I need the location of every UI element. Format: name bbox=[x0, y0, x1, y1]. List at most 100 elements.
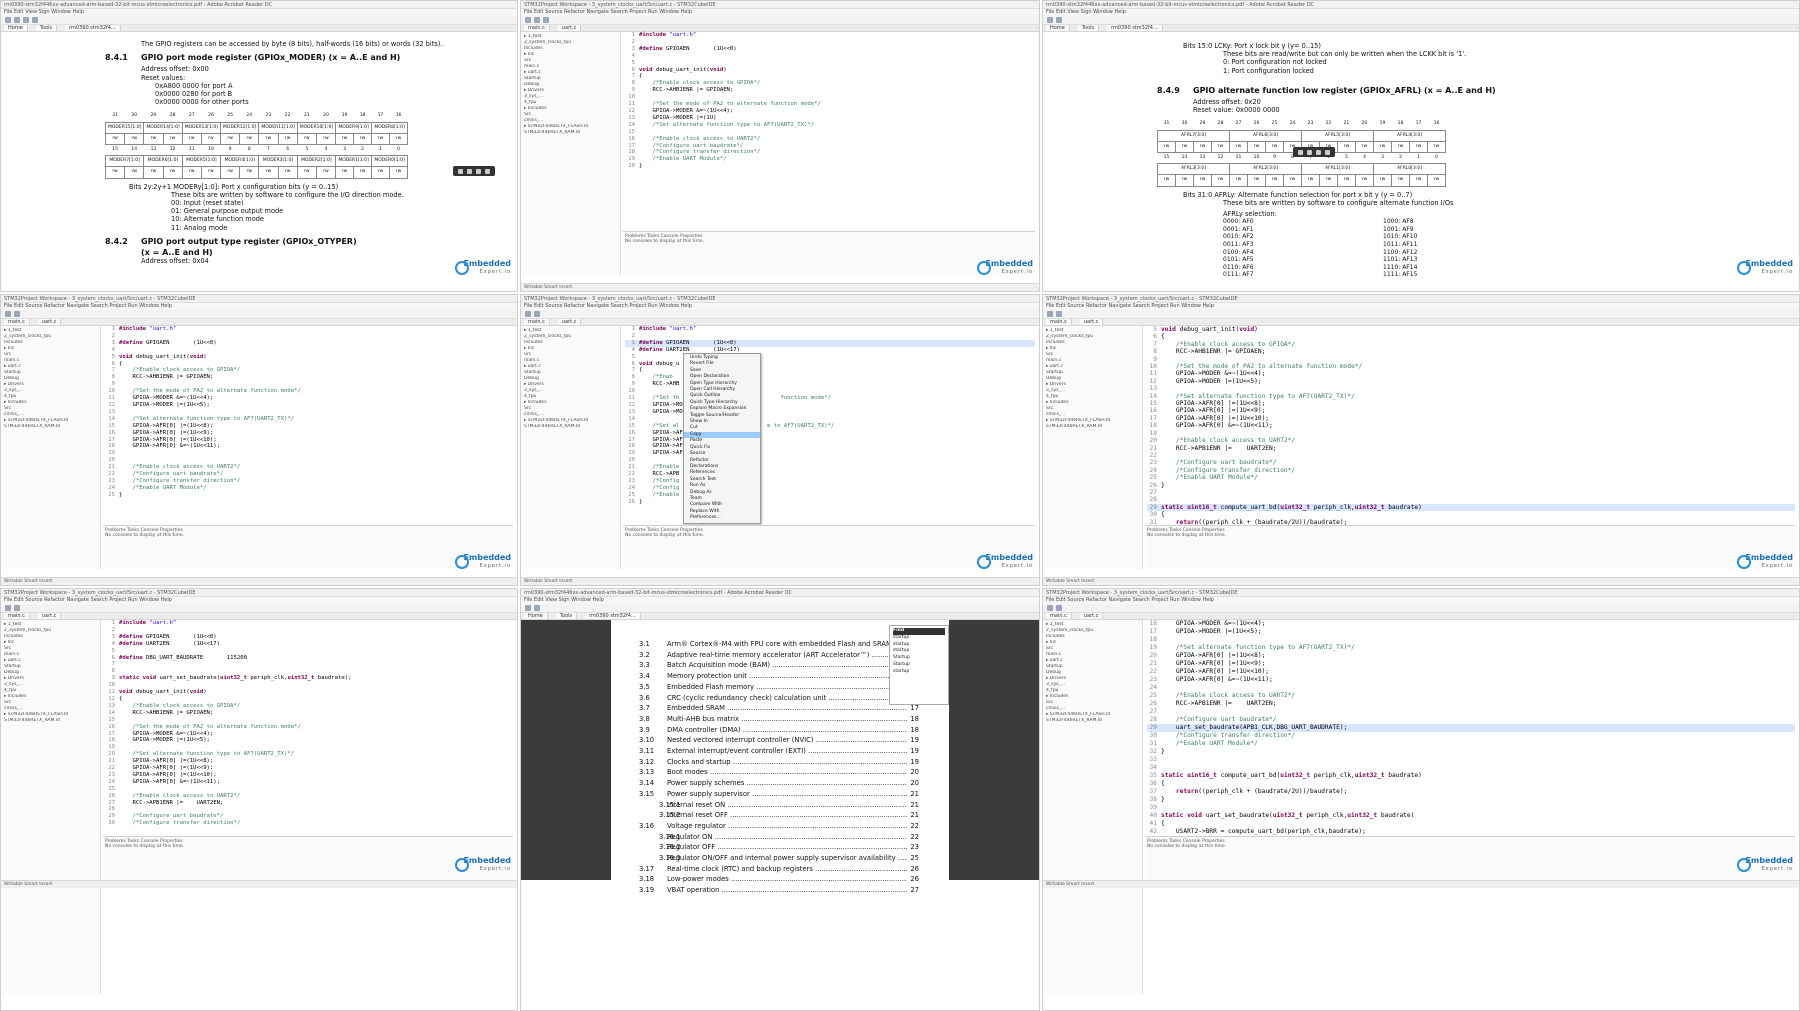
tab-home[interactable]: Home bbox=[4, 25, 28, 31]
tab-document[interactable]: rm0390 stm32f4... bbox=[585, 613, 641, 619]
find-result[interactable]: startup bbox=[893, 635, 945, 642]
build-icon[interactable] bbox=[525, 17, 531, 23]
tab-uart-c[interactable]: uart.c bbox=[37, 319, 62, 325]
edit-icon[interactable] bbox=[458, 168, 463, 174]
toc-entry[interactable]: 3.10 Nested vectored interrupt controller… bbox=[639, 735, 919, 746]
toc-entry[interactable]: 3.16.1 Regulator ON .....................… bbox=[639, 832, 919, 843]
tab-tools[interactable]: Tools bbox=[35, 25, 58, 31]
toc-entry[interactable]: 3.15.1 Internal reset ON ................… bbox=[639, 800, 919, 811]
tab-tools[interactable]: Tools bbox=[555, 613, 578, 619]
edit-icon[interactable] bbox=[1298, 149, 1303, 155]
search-icon[interactable] bbox=[534, 605, 540, 611]
highlight-icon[interactable] bbox=[1307, 149, 1312, 155]
build-icon[interactable] bbox=[1047, 605, 1053, 611]
toc-entry[interactable]: 3.16.3 Regulator ON/OFF and internal powe… bbox=[639, 853, 919, 864]
code-editor[interactable]: 16 GPIOA->MODER &=~(1U<<4); 17 GPIOA->MOD… bbox=[1145, 620, 1795, 843]
tab-document[interactable]: rm0390 stm32f4... bbox=[65, 25, 121, 31]
toc-entry[interactable]: 3.8 Multi-AHB bus matrix ................… bbox=[639, 714, 919, 725]
toc-entry[interactable]: 3.15.2 Internal reset OFF ...............… bbox=[639, 810, 919, 821]
menu-bar[interactable]: File Edit Source Refactor Navigate Searc… bbox=[521, 303, 1039, 310]
code-editor[interactable]: 1 #include "uart.h" 2 3 #define GPIOAEN (1U<… bbox=[103, 620, 513, 840]
pdf-float-toolbar[interactable] bbox=[453, 166, 495, 176]
explorer-item[interactable]: STM32F446RETX_RAM.ld bbox=[524, 130, 617, 136]
toc-entry[interactable]: 3.6 CRC (cyclic redundancy check) calcula… bbox=[639, 693, 919, 704]
toc-entry[interactable]: 3.1 Arm® Cortex®-M4 with FPU core with em… bbox=[639, 639, 919, 650]
toc-entry[interactable]: 3.14 Power supply schemes ...............… bbox=[639, 778, 919, 789]
code-editor[interactable]: 1 #include "uart.h" 2 3 #define GPIOAEN (1U<… bbox=[103, 326, 513, 525]
debug-icon[interactable] bbox=[14, 605, 20, 611]
zoom-icon[interactable] bbox=[23, 17, 29, 23]
toc-entry[interactable]: 3.18 Low-power modes ....................… bbox=[639, 874, 919, 885]
build-icon[interactable] bbox=[525, 311, 531, 317]
find-result[interactable]: Startup bbox=[893, 655, 945, 662]
tab-document[interactable]: rm0390 stm32f4... bbox=[1107, 25, 1163, 31]
tab-main-c[interactable]: main.c bbox=[4, 613, 30, 619]
toc-entry[interactable]: 3.17 Real-time clock (RTC) and backup reg… bbox=[639, 864, 919, 875]
explorer-item[interactable]: STM32F446RETX_RAM.ld bbox=[1046, 718, 1139, 724]
find-panel[interactable]: Find startup startup startup Startup Startup s… bbox=[889, 625, 949, 705]
print-icon[interactable] bbox=[5, 17, 11, 23]
code-editor[interactable]: 1 #include "uart.h" 2 3 #define GPIOAEN (1U<… bbox=[623, 32, 1035, 231]
context-menu-item[interactable]: Preferences... bbox=[684, 515, 760, 521]
page-icon[interactable] bbox=[32, 17, 38, 23]
toc-entry[interactable]: 3.19 VBAT operation .....................… bbox=[639, 885, 919, 896]
tab-uart-c[interactable]: uart.c bbox=[1079, 319, 1104, 325]
run-icon[interactable] bbox=[543, 17, 549, 23]
tab-main-c[interactable]: main.c bbox=[524, 25, 550, 31]
toc-entry[interactable]: 3.11 External interrupt/event controller … bbox=[639, 746, 919, 757]
build-icon[interactable] bbox=[1047, 311, 1053, 317]
menu-bar[interactable]: File Edit Source Refactor Navigate Searc… bbox=[1043, 597, 1799, 604]
context-menu[interactable]: Undo Typing Revert File Save Open Declarati… bbox=[683, 353, 761, 524]
tab-main-c[interactable]: main.c bbox=[1046, 319, 1072, 325]
debug-icon[interactable] bbox=[1056, 605, 1062, 611]
toc-entry[interactable]: 3.12 Clocks and startup .................… bbox=[639, 757, 919, 768]
explorer-item[interactable]: STM32F446RETX_RAM.ld bbox=[1046, 424, 1139, 430]
menu-bar[interactable]: File Edit Source Refactor Navigate Searc… bbox=[1043, 303, 1799, 310]
find-result[interactable]: startup bbox=[893, 669, 945, 676]
menu-bar[interactable]: File Edit Source Refactor Navigate Searc… bbox=[521, 9, 1039, 16]
comment-icon[interactable] bbox=[476, 168, 481, 174]
highlight-icon[interactable] bbox=[467, 168, 472, 174]
find-result[interactable]: Startup bbox=[893, 662, 945, 669]
tab-uart-c[interactable]: uart.c bbox=[557, 25, 582, 31]
toc-entry[interactable]: 3.16 Voltage regulator ..................… bbox=[639, 821, 919, 832]
tab-tools[interactable]: Tools bbox=[1077, 25, 1100, 31]
debug-icon[interactable] bbox=[1056, 311, 1062, 317]
explorer-item[interactable]: STM32F446RETX_RAM.ld bbox=[4, 718, 97, 724]
menu-bar[interactable]: File Edit Source Refactor Navigate Searc… bbox=[1, 303, 517, 310]
tab-main-c[interactable]: main.c bbox=[1046, 613, 1072, 619]
menu-bar[interactable]: File Edit View Sign Window Help bbox=[1, 9, 517, 16]
more-icon[interactable] bbox=[485, 168, 490, 174]
toc-entry[interactable]: 3.7 Embedded SRAM .......................… bbox=[639, 703, 919, 714]
tab-main-c[interactable]: main.c bbox=[524, 319, 550, 325]
comment-icon[interactable] bbox=[1316, 149, 1321, 155]
tab-home[interactable]: Home bbox=[524, 613, 548, 619]
search-icon[interactable] bbox=[14, 17, 20, 23]
tab-uart-c[interactable]: uart.c bbox=[557, 319, 582, 325]
explorer-item[interactable]: STM32F446RETX_RAM.ld bbox=[524, 424, 617, 430]
print-icon[interactable] bbox=[1047, 17, 1053, 23]
search-icon[interactable] bbox=[1056, 17, 1062, 23]
menu-bar[interactable]: File Edit View Sign Window Help bbox=[1043, 9, 1799, 16]
pdf-float-toolbar[interactable] bbox=[1293, 147, 1335, 157]
toc-entry[interactable]: 3.4 Memory protection unit ..............… bbox=[639, 671, 919, 682]
toc-entry[interactable]: 3.16.2 Regulator OFF ....................… bbox=[639, 842, 919, 853]
tab-main-c[interactable]: main.c bbox=[4, 319, 30, 325]
debug-icon[interactable] bbox=[14, 311, 20, 317]
toc-entry[interactable]: 3.5 Embedded Flash memory ...............… bbox=[639, 682, 919, 693]
code-editor[interactable]: 5 void debug_uart_init(void) 6{7 /*Enable … bbox=[1145, 326, 1795, 533]
more-icon[interactable] bbox=[1325, 149, 1330, 155]
tab-home[interactable]: Home bbox=[1046, 25, 1070, 31]
explorer-item[interactable]: STM32F446RETX_RAM.ld bbox=[4, 424, 97, 430]
debug-icon[interactable] bbox=[534, 17, 540, 23]
toc-entry[interactable]: 3.13 Boot modes .........................… bbox=[639, 767, 919, 778]
toc-entry[interactable]: 3.3 Batch Acquisition mode (BAM) ........… bbox=[639, 660, 919, 671]
build-icon[interactable] bbox=[5, 311, 11, 317]
toc-entry[interactable]: 3.15 Power supply supervisor ............… bbox=[639, 789, 919, 800]
menu-bar[interactable]: File Edit View Sign Window Help bbox=[521, 597, 1039, 604]
debug-icon[interactable] bbox=[534, 311, 540, 317]
menu-bar[interactable]: File Edit Source Refactor Navigate Searc… bbox=[1, 597, 517, 604]
build-icon[interactable] bbox=[5, 605, 11, 611]
tab-uart-c[interactable]: uart.c bbox=[1079, 613, 1104, 619]
toc-entry[interactable]: 3.9 DMA controller (DMA) ................… bbox=[639, 725, 919, 736]
